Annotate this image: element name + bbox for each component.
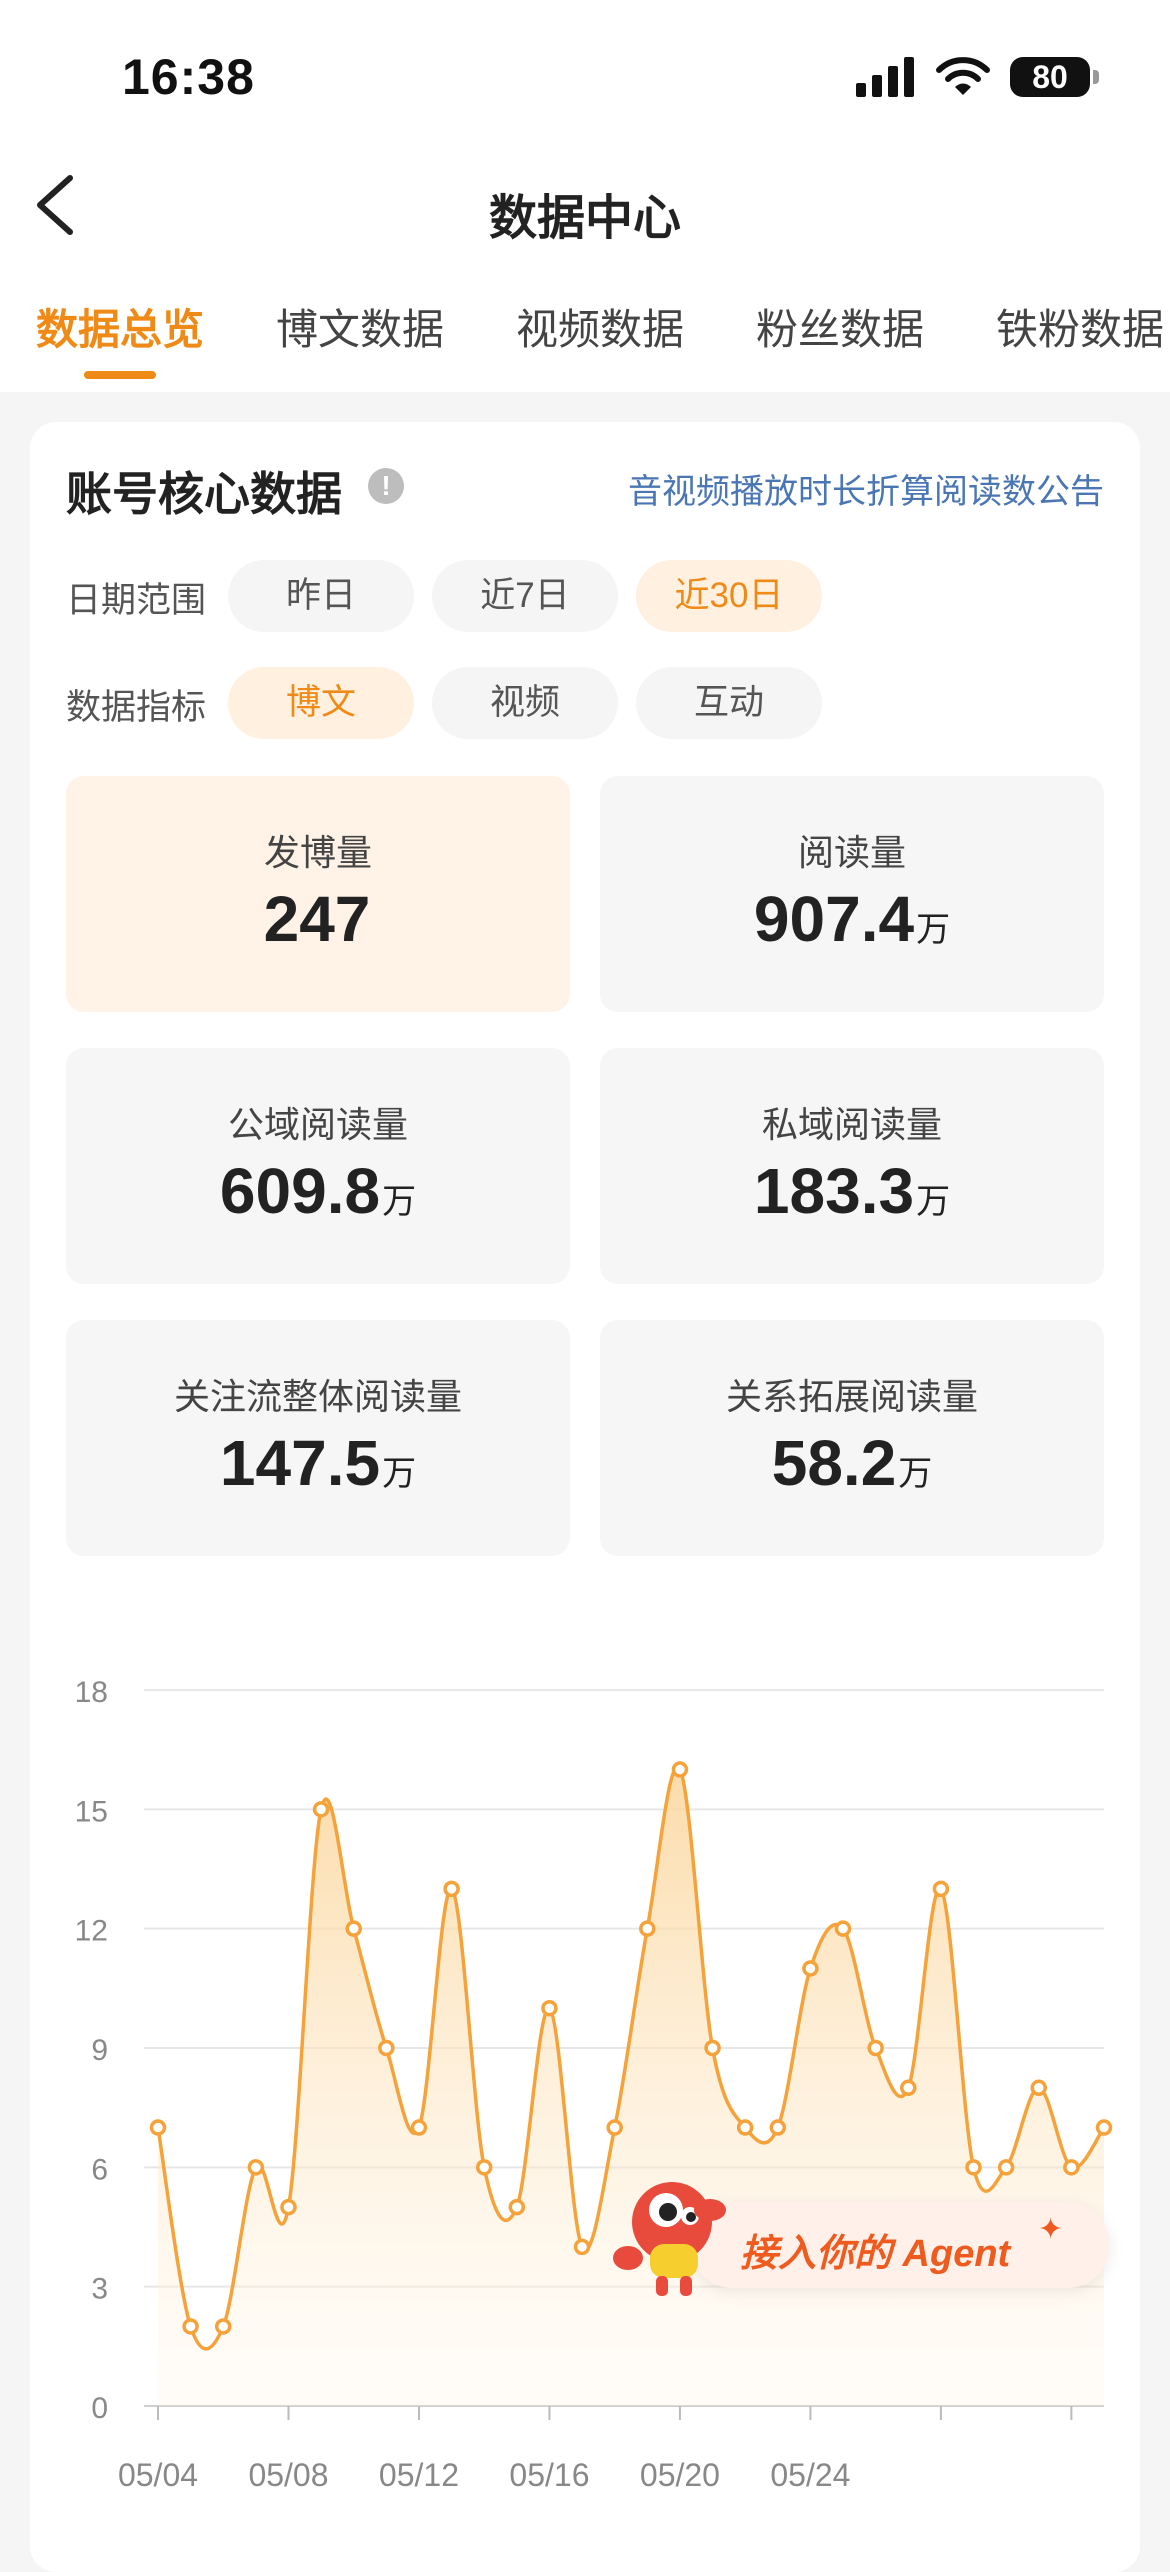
data-point [508, 2198, 526, 2216]
agent-banner[interactable]: 接入你的 Agent ✦ [606, 2172, 1110, 2308]
tab-iron-fans[interactable]: 铁粉数据 [996, 296, 1164, 357]
y-tick-label: 18 [75, 1676, 108, 1709]
data-point [834, 1920, 852, 1937]
stat-value: 183.3万 [753, 1155, 951, 1227]
data-point [182, 2318, 199, 2335]
date-chip-30d[interactable]: 近30日 [636, 560, 822, 632]
x-tick-label: 05/04 [118, 2457, 198, 2493]
stat-label: 私域阅读量 [761, 1104, 942, 1145]
metric-chip-posts[interactable]: 博文 [228, 667, 414, 739]
stat-value: 58.2万 [771, 1427, 933, 1499]
data-point [900, 2079, 917, 2097]
date-range-label: 日期范围 [66, 581, 207, 620]
data-point [639, 1920, 656, 1937]
stat-relation-reads[interactable]: 关系拓展阅读量 58.2万 [600, 1320, 1104, 1556]
tab-fans[interactable]: 粉丝数据 [756, 296, 924, 357]
stat-value: 247 [263, 883, 371, 955]
mascot-icon [613, 2182, 726, 2296]
date-chip-7d[interactable]: 近7日 [432, 560, 618, 632]
stat-value: 907.4万 [753, 883, 951, 955]
stat-label: 发博量 [263, 832, 372, 873]
page-title: 数据中心 [488, 192, 681, 245]
tab-posts[interactable]: 博文数据 [276, 296, 444, 357]
y-tick-label: 9 [91, 2034, 108, 2067]
data-point [769, 2119, 787, 2136]
tab-videos[interactable]: 视频数据 [516, 296, 684, 357]
x-tick-label: 05/20 [640, 2457, 720, 2493]
data-point [704, 2039, 721, 2057]
battery-icon: 80 [1010, 57, 1099, 97]
data-point [541, 1999, 558, 2017]
stat-value: 147.5万 [219, 1427, 417, 1499]
stat-reads[interactable]: 阅读量 907.4万 [600, 776, 1104, 1012]
data-point [932, 1880, 950, 1898]
stat-label: 关系拓展阅读量 [725, 1376, 978, 1417]
stat-value: 609.8万 [219, 1155, 417, 1227]
metric-label: 数据指标 [66, 688, 207, 727]
stat-label: 关注流整体阅读量 [173, 1376, 462, 1417]
stat-private-reads[interactable]: 私域阅读量 183.3万 [600, 1048, 1104, 1284]
data-point [606, 2119, 623, 2136]
data-point [736, 2119, 754, 2136]
data-point [1095, 2119, 1113, 2136]
metric-chip-interaction[interactable]: 互动 [636, 667, 822, 739]
agent-banner-text: 接入你的 Agent [740, 2233, 1011, 2275]
notice-link[interactable]: 音视频播放时长折算阅读数公告 [628, 464, 1104, 513]
data-point [378, 2039, 395, 2057]
data-point [345, 1920, 362, 1937]
data-point [149, 2119, 167, 2136]
data-point [671, 1761, 689, 1778]
data-point [475, 2159, 493, 2176]
stat-follow-feed-reads[interactable]: 关注流整体阅读量 147.5万 [66, 1320, 570, 1556]
data-point [867, 2039, 884, 2057]
x-tick-label: 05/16 [509, 2457, 589, 2493]
y-tick-label: 0 [91, 2392, 108, 2425]
status-icons: 80 [856, 52, 1099, 102]
date-chip-yesterday[interactable]: 昨日 [228, 560, 414, 632]
sparkle-icon: ✦ [1038, 2213, 1064, 2246]
section-title: 账号核心数据 [66, 468, 342, 520]
metric-chip-video[interactable]: 视频 [432, 667, 618, 739]
x-tick-label: 05/24 [770, 2457, 850, 2493]
posts-trend-chart: 0 3 6 9 12 15 18 05/04 05/08 05/12 05/16 05/20 05/24 [75, 1676, 1113, 2493]
x-tick-label: 05/08 [248, 2457, 328, 2493]
data-point [1030, 2079, 1048, 2097]
info-icon[interactable]: ! [368, 468, 404, 504]
y-tick-label: 6 [91, 2153, 108, 2186]
tab-bar: 数据总览 博文数据 视频数据 粉丝数据 铁粉数据 [0, 296, 1170, 376]
tab-overview[interactable]: 数据总览 [36, 296, 204, 357]
data-point [410, 2119, 428, 2136]
data-point [443, 1880, 460, 1898]
y-tick-label: 12 [75, 1915, 108, 1948]
signal-icon [856, 57, 914, 97]
stat-public-reads[interactable]: 公域阅读量 609.8万 [66, 1048, 570, 1284]
y-tick-label: 15 [75, 1795, 108, 1828]
y-tick-label: 3 [91, 2273, 108, 2306]
data-point [312, 1801, 330, 1818]
status-time: 16:38 [122, 49, 255, 105]
data-point [802, 1960, 819, 1977]
data-point [280, 2198, 297, 2216]
stat-label: 阅读量 [797, 832, 906, 873]
stat-label: 公域阅读量 [227, 1104, 408, 1145]
stat-post-count[interactable]: 发博量 247 [66, 776, 570, 1012]
data-point [573, 2238, 591, 2256]
x-tick-label: 05/12 [379, 2457, 459, 2493]
data-point [247, 2159, 265, 2176]
tab-active-indicator [84, 371, 156, 379]
wifi-icon [936, 57, 990, 95]
data-point [214, 2318, 232, 2335]
